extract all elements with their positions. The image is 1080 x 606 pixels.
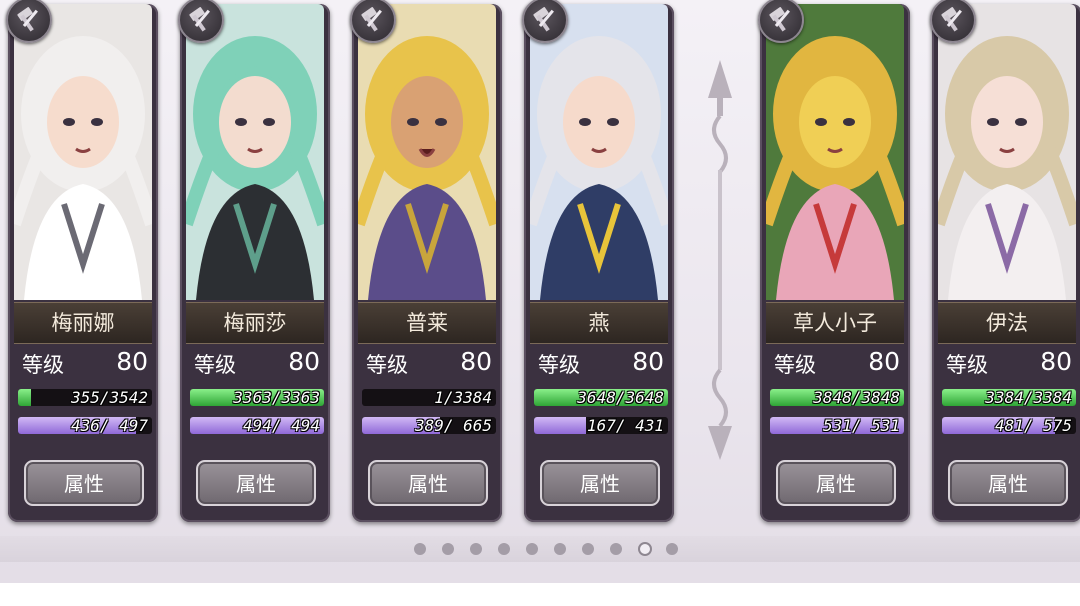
hp-text: 3384/3384 — [985, 389, 1072, 406]
page-dot[interactable] — [442, 543, 454, 555]
hp-bar: 3648/3648 — [534, 389, 668, 406]
character-name: 燕 — [530, 302, 668, 344]
level-label: 等级 — [194, 353, 236, 377]
hp-bar: 3363/3363 — [190, 389, 324, 406]
mp-text: 494/ 494 — [242, 417, 320, 434]
level-label: 等级 — [366, 353, 408, 377]
level-row: 等级 80 — [534, 347, 666, 381]
level-label: 等级 — [538, 353, 580, 377]
mp-text: 389/ 665 — [414, 417, 492, 434]
hp-bar: 1/3384 — [362, 389, 496, 406]
character-card[interactable]: 伊法 等级 80 3384/3384 481/ 575 属性 — [932, 4, 1080, 522]
mp-text: 481/ 575 — [994, 417, 1072, 434]
level-value: 80 — [460, 347, 492, 376]
mp-bar: 531/ 531 — [770, 417, 904, 434]
level-value: 80 — [116, 347, 148, 376]
level-row: 等级 80 — [18, 347, 150, 381]
character-card[interactable]: 普莱 等级 80 1/3384 389/ 665 属性 — [352, 4, 502, 522]
mp-bar: 481/ 575 — [942, 417, 1076, 434]
character-card[interactable]: 燕 等级 80 3648/3648 167/ 431 属性 — [524, 4, 674, 522]
character-name: 伊法 — [938, 302, 1076, 344]
page-dot[interactable] — [526, 543, 538, 555]
page-dot-active[interactable] — [638, 542, 652, 556]
character-portrait[interactable] — [530, 4, 668, 300]
level-row: 等级 80 — [190, 347, 322, 381]
mp-text: 436/ 497 — [70, 417, 148, 434]
character-card[interactable]: 梅丽莎 等级 80 3363/3363 494/ 494 属性 — [180, 4, 330, 522]
page-dot[interactable] — [582, 543, 594, 555]
up-arrow-icon — [708, 60, 732, 98]
hp-bar: 3384/3384 — [942, 389, 1076, 406]
hp-text: 3848/3848 — [813, 389, 900, 406]
hp-text: 3648/3648 — [577, 389, 664, 406]
mp-text: 531/ 531 — [822, 417, 900, 434]
level-label: 等级 — [22, 353, 64, 377]
attributes-button[interactable]: 属性 — [196, 460, 316, 506]
character-portrait[interactable] — [358, 4, 496, 300]
character-portrait[interactable] — [766, 4, 904, 300]
attributes-button[interactable]: 属性 — [540, 460, 660, 506]
hp-bar-fill — [18, 389, 31, 406]
hp-bar: 355/3542 — [18, 389, 152, 406]
level-row: 等级 80 — [942, 347, 1074, 381]
character-name: 梅丽娜 — [14, 302, 152, 344]
character-portrait[interactable] — [14, 4, 152, 300]
page-dot[interactable] — [610, 543, 622, 555]
level-value: 80 — [1040, 347, 1072, 376]
down-arrow-icon — [708, 426, 732, 460]
level-label: 等级 — [946, 353, 988, 377]
hp-bar: 3848/3848 — [770, 389, 904, 406]
character-name: 梅丽莎 — [186, 302, 324, 344]
page-dot[interactable] — [498, 543, 510, 555]
mp-bar: 436/ 497 — [18, 417, 152, 434]
character-name: 普莱 — [358, 302, 496, 344]
mp-bar: 389/ 665 — [362, 417, 496, 434]
mp-bar: 494/ 494 — [190, 417, 324, 434]
hp-text: 355/3542 — [70, 389, 148, 406]
pagination-bar — [0, 536, 1080, 562]
level-value: 80 — [868, 347, 900, 376]
page-dot[interactable] — [470, 543, 482, 555]
character-portrait[interactable] — [938, 4, 1076, 300]
character-card[interactable]: 梅丽娜 等级 80 355/3542 436/ 497 属性 — [8, 4, 158, 522]
mp-bar: 167/ 431 — [534, 417, 668, 434]
level-label: 等级 — [774, 353, 816, 377]
hp-text: 1/3384 — [434, 389, 492, 406]
character-card[interactable]: 草人小子 等级 80 3848/3848 531/ 531 属性 — [760, 4, 910, 522]
attributes-button[interactable]: 属性 — [948, 460, 1068, 506]
page-dot[interactable] — [414, 543, 426, 555]
level-value: 80 — [288, 347, 320, 376]
page-dot[interactable] — [666, 543, 678, 555]
page-dot[interactable] — [554, 543, 566, 555]
level-value: 80 — [632, 347, 664, 376]
hp-text: 3363/3363 — [233, 389, 320, 406]
level-row: 等级 80 — [362, 347, 494, 381]
attributes-button[interactable]: 属性 — [24, 460, 144, 506]
attributes-button[interactable]: 属性 — [368, 460, 488, 506]
scroll-separator-arrows — [708, 60, 732, 460]
character-name: 草人小子 — [766, 302, 904, 344]
mp-bar-fill — [534, 417, 586, 434]
attributes-button[interactable]: 属性 — [776, 460, 896, 506]
character-portrait[interactable] — [186, 4, 324, 300]
mp-text: 167/ 431 — [586, 417, 664, 434]
level-row: 等级 80 — [770, 347, 902, 381]
bottom-strip — [0, 583, 1080, 606]
